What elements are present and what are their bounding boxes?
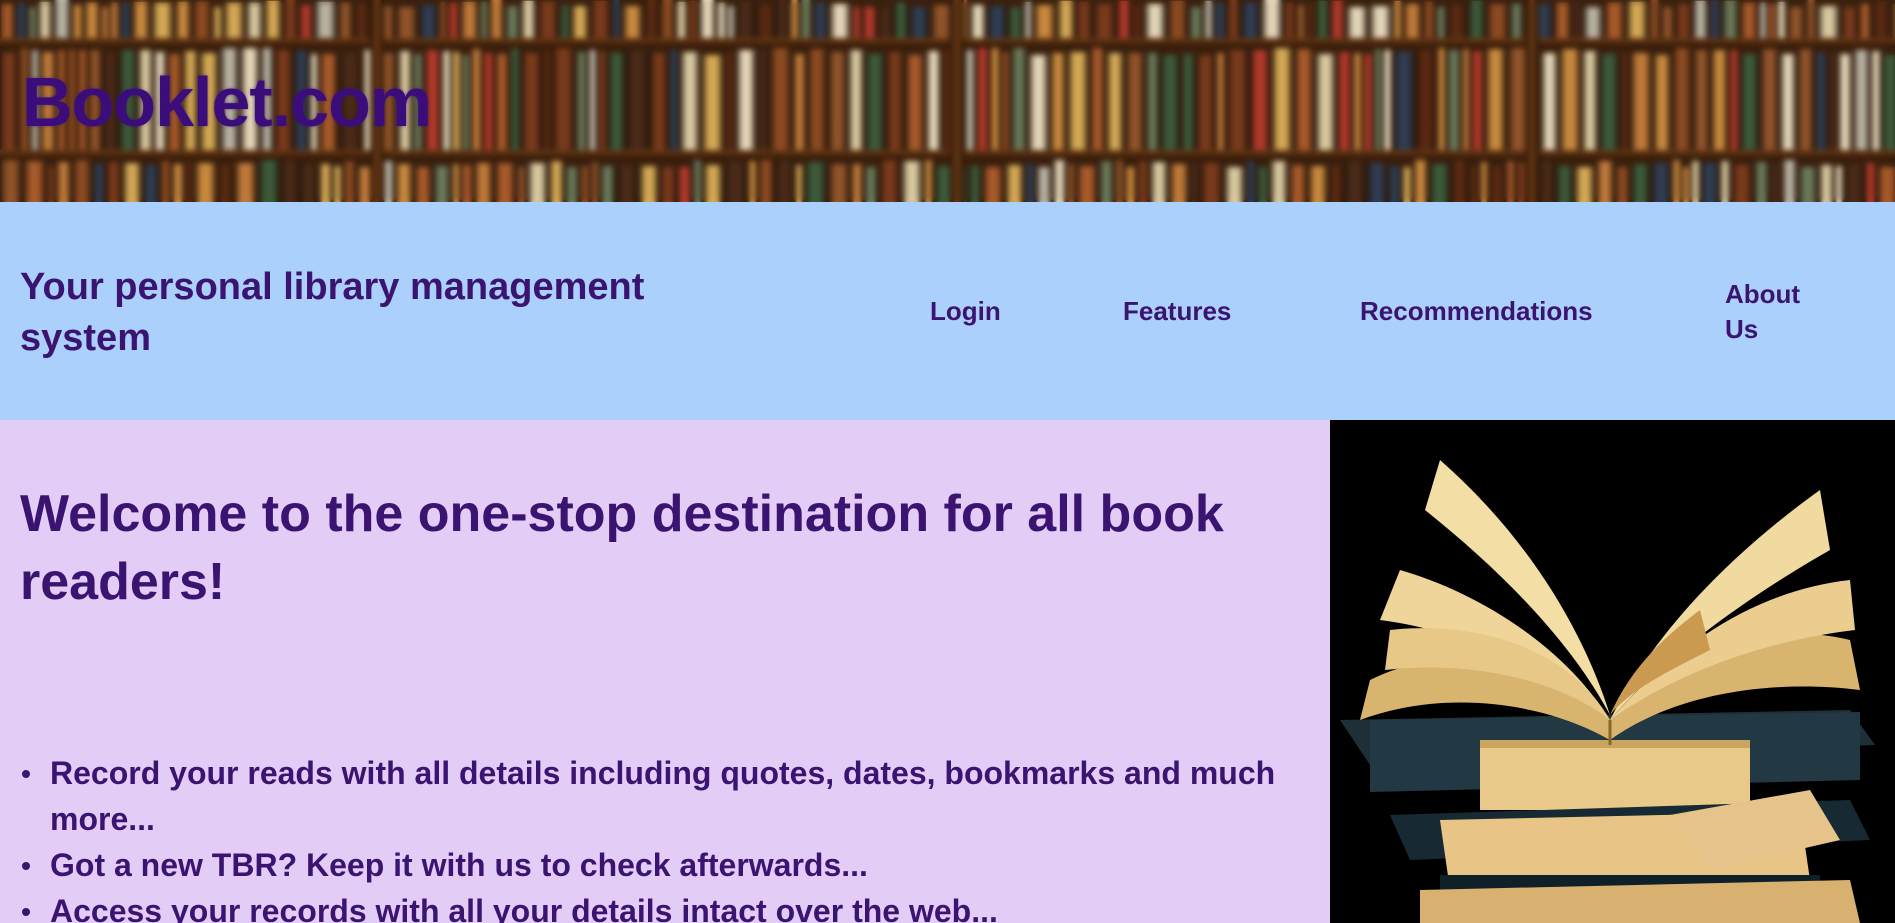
bullet-icon — [22, 770, 30, 778]
feature-list: Record your reads with all details inclu… — [20, 750, 1320, 923]
feature-text: Got a new TBR? Keep it with us to check … — [50, 847, 868, 883]
book-stack-image — [1330, 420, 1895, 923]
site-title[interactable]: Booklet.com — [22, 62, 432, 142]
feature-text: Access your records with all your detail… — [50, 893, 998, 923]
nav-about-us-link[interactable]: About Us — [1725, 277, 1815, 347]
feature-text: Record your reads with all details inclu… — [50, 755, 1276, 837]
header-banner: Booklet.com — [0, 0, 1895, 202]
nav-features-link[interactable]: Features — [1123, 294, 1231, 329]
bullet-icon — [22, 908, 30, 916]
feature-item: Record your reads with all details inclu… — [20, 750, 1320, 842]
nav-recommendations-link[interactable]: Recommendations — [1360, 294, 1593, 329]
feature-item: Got a new TBR? Keep it with us to check … — [20, 842, 1320, 888]
book-stack-icon — [1340, 710, 1875, 923]
nav-bar: Your personal library management system … — [0, 202, 1895, 420]
nav-login-link[interactable]: Login — [930, 294, 1001, 329]
welcome-heading: Welcome to the one-stop destination for … — [20, 485, 1224, 611]
bullet-icon — [22, 862, 30, 870]
feature-item: Access your records with all your detail… — [20, 888, 1320, 923]
site-tagline: Your personal library management system — [20, 266, 645, 359]
main-content: Welcome to the one-stop destination for … — [0, 420, 1330, 923]
